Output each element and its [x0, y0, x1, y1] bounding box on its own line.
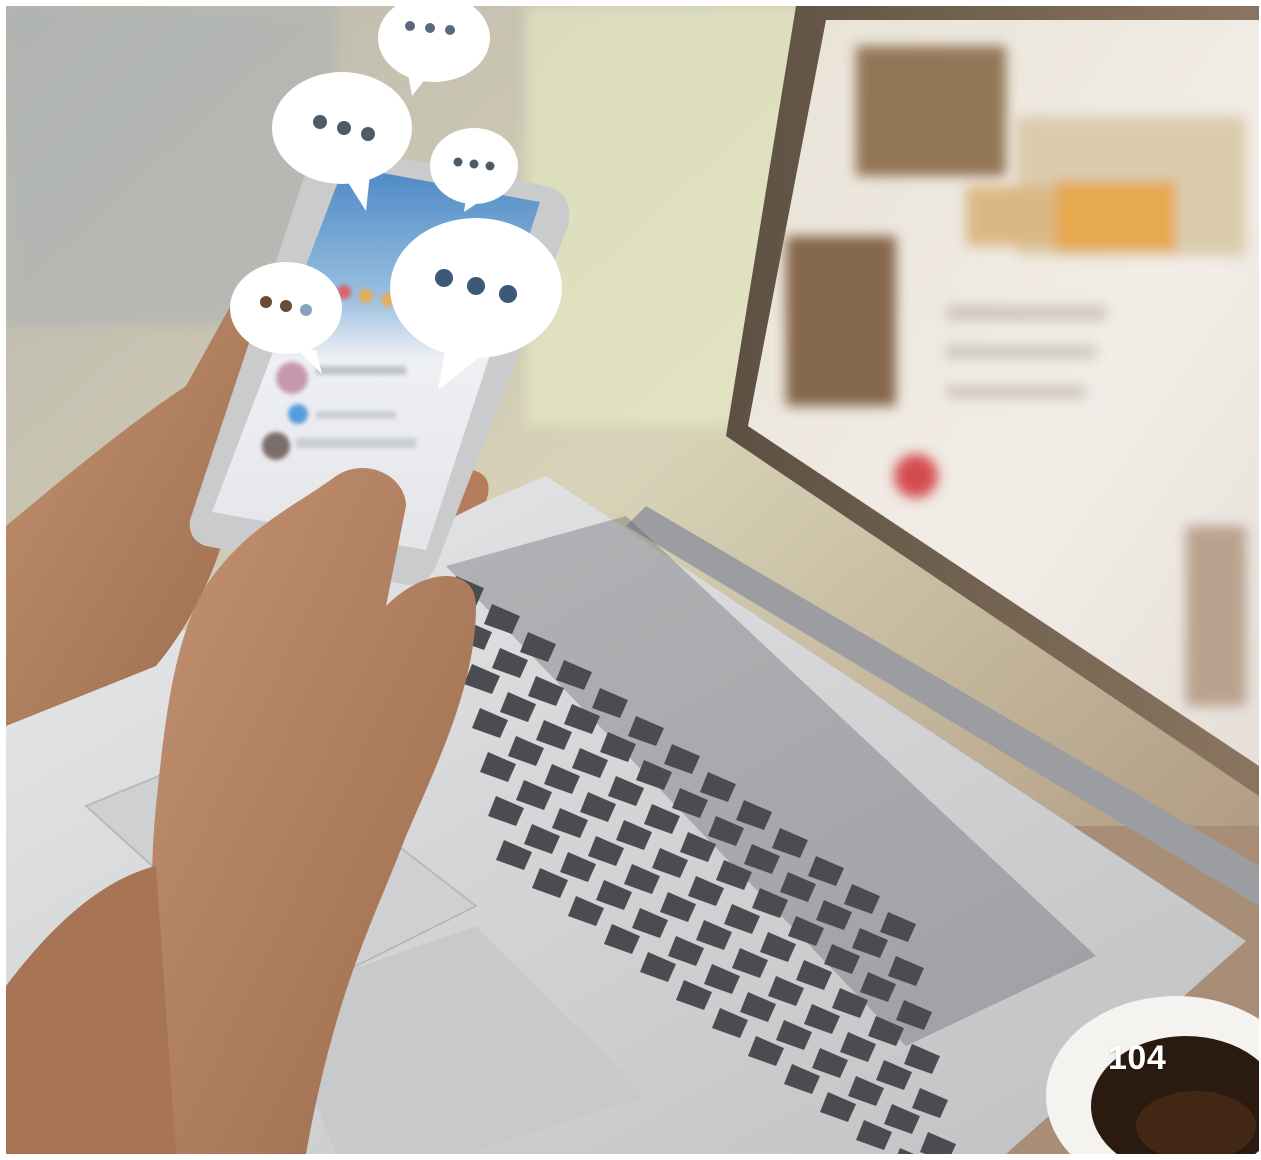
photo [6, 6, 1259, 1154]
photo-frame: 104 [6, 6, 1259, 1154]
page-number: 104 [1108, 1039, 1167, 1077]
